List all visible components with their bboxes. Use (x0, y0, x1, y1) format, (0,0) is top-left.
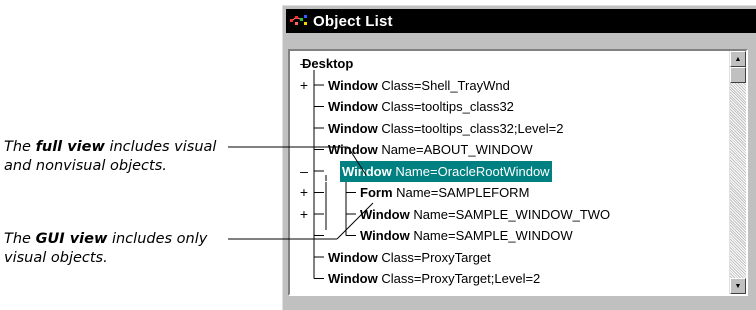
scroll-thumb[interactable] (730, 67, 746, 83)
tree-node-type: Window (328, 120, 378, 136)
tree-node-type: Window (328, 271, 378, 286)
tree-row[interactable]: + Form Name=SAMPLEFORM (290, 182, 730, 203)
expand-icon[interactable]: + (298, 204, 310, 225)
object-tree[interactable]: – Desktop + Window Class=Shell_TrayWnd Windo… (290, 51, 730, 294)
callout-full-view-prefix: The (4, 139, 36, 155)
tree-node[interactable]: Window Class=ProxyTarget (328, 247, 491, 268)
tree-node-type: Window (360, 228, 410, 243)
window-title: Object List (313, 12, 393, 30)
tree-node-detail: Class=Shell_TrayWnd (377, 77, 510, 93)
tree-row[interactable]: Window Name=ABOUT_WINDOW (290, 139, 730, 160)
tree-node[interactable]: Window Class=tooltips_class32 (328, 96, 514, 117)
expand-icon[interactable]: + (298, 75, 310, 96)
tree-row[interactable]: Window Name=SAMPLE_WINDOW (290, 225, 730, 246)
tree-row[interactable]: Window Class=ProxyTarget;Level=2 (290, 268, 730, 289)
tree-node-type: Window (328, 142, 378, 157)
scroll-track[interactable] (730, 83, 746, 278)
tree-node-selected[interactable]: Window Name=OracleRootWindow (340, 160, 552, 182)
callout-gui-view-prefix: The (4, 231, 36, 247)
tree-row[interactable]: + Window Name=SAMPLE_WINDOW_TWO (290, 204, 730, 225)
tree-node-type: Window (328, 249, 378, 265)
callout-gui-view: The GUI view includes only visual object… (4, 230, 219, 268)
tree-node[interactable]: Window Name=SAMPLE_WINDOW_TWO (360, 204, 610, 225)
tree-node[interactable]: Form Name=SAMPLEFORM (360, 182, 529, 203)
tree-node-type: Desktop (302, 56, 354, 71)
tree-node-detail: Name=SAMPLEFORM (392, 185, 530, 200)
tree-node[interactable]: Desktop (302, 53, 353, 74)
tree-row[interactable]: – Window Name=OracleRootWindow (290, 160, 730, 182)
tree-row[interactable]: + Window Class=Shell_TrayWnd (290, 75, 730, 96)
tree-node[interactable]: Window Class=Shell_TrayWnd (328, 75, 510, 96)
tree-row[interactable]: Window Class=ProxyTarget (290, 247, 730, 268)
tree-node-detail: Class=ProxyTarget;Level=2 (377, 271, 541, 286)
tree-node-type: Window (360, 206, 410, 222)
tree-node-detail: Class=ProxyTarget (377, 249, 491, 265)
vertical-scrollbar[interactable]: ▲ ▼ (729, 51, 746, 294)
scroll-up-arrow-icon[interactable]: ▲ (730, 51, 746, 67)
tree-node-detail: Name=SAMPLE_WINDOW (409, 228, 573, 243)
callout-gui-view-emphasis: GUI view (35, 231, 108, 247)
collapse-icon[interactable]: – (298, 161, 310, 182)
tree-node[interactable]: Window Class=ProxyTarget;Level=2 (328, 268, 540, 289)
tree-node-type: Window (328, 77, 378, 93)
tree-row[interactable]: Window Class=tooltips_class32;Level=2 (290, 118, 730, 139)
tree-node-detail: Class=tooltips_class32;Level=2 (377, 120, 564, 136)
tree-node[interactable]: Window Name=ABOUT_WINDOW (328, 139, 533, 160)
callout-full-view: The full view includes visual and nonvis… (4, 138, 219, 176)
tree-node-type: Form (360, 185, 393, 200)
tree-node[interactable]: Window Class=tooltips_class32;Level=2 (328, 118, 563, 139)
scroll-down-arrow-icon[interactable]: ▼ (730, 278, 746, 294)
tree-node-type: Window (328, 99, 378, 114)
tree-node-type: Window (342, 163, 392, 179)
tree-node-detail: Name=OracleRootWindow (391, 163, 550, 179)
expand-icon[interactable]: + (298, 182, 310, 203)
callout-full-view-emphasis: full view (35, 139, 105, 155)
tree-node[interactable]: Window Name=SAMPLE_WINDOW (360, 225, 573, 246)
object-tree-listbox[interactable]: – Desktop + Window Class=Shell_TrayWnd Windo… (288, 49, 748, 296)
tree-node-detail: Name=SAMPLE_WINDOW_TWO (409, 206, 611, 222)
tree-row[interactable]: – Desktop (290, 53, 730, 74)
tree-row[interactable]: Window Class=tooltips_class32 (290, 96, 730, 117)
object-list-app-icon (289, 14, 309, 28)
title-bar[interactable]: Object List (286, 9, 756, 33)
tree-node-detail: Class=tooltips_class32 (377, 99, 514, 114)
tree-node-detail: Name=ABOUT_WINDOW (377, 142, 533, 157)
object-list-window: Object List – Desktop + Window Class=Shell_… (282, 5, 756, 310)
